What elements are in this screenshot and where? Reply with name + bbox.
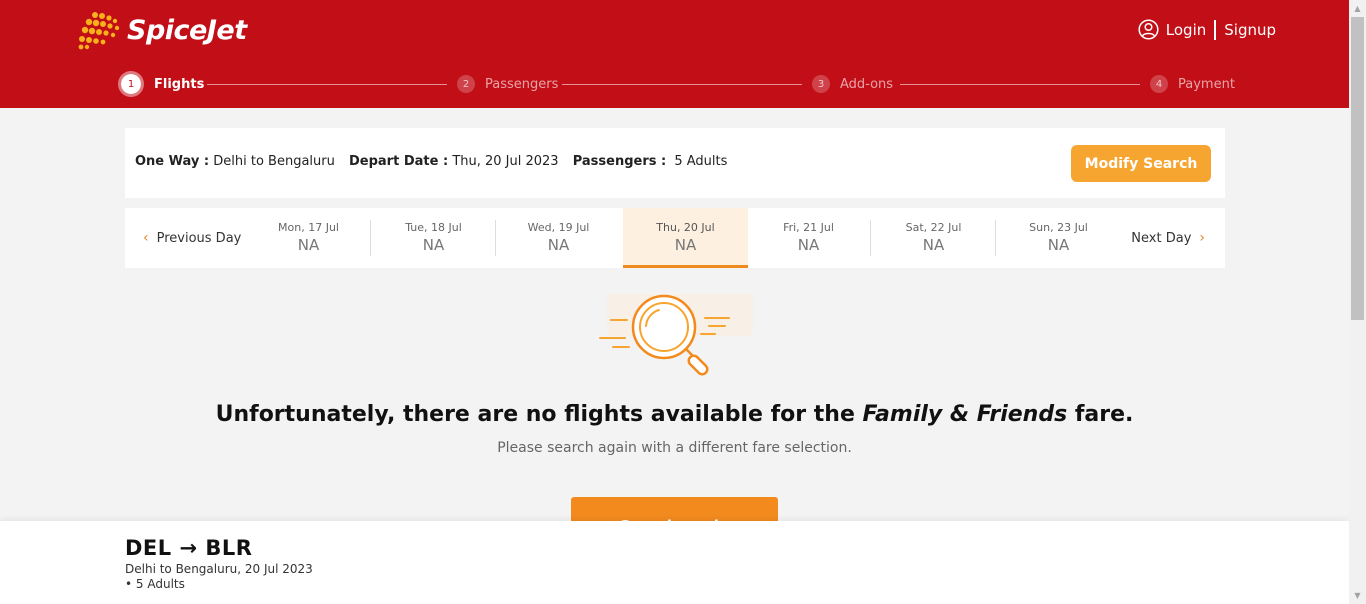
step-number: 1	[118, 71, 144, 97]
booking-steps: 1 Flights 2 Passengers 3 Add-ons 4 Payme…	[118, 71, 1235, 97]
date-label: Thu, 20 Jul	[656, 221, 715, 234]
next-day-label: Next Day	[1131, 230, 1192, 246]
search-hint: Please search again with a different far…	[497, 440, 852, 456]
date-fare: NA	[922, 236, 945, 254]
step-passengers: 2 Passengers	[457, 72, 558, 96]
step-label: Payment	[1178, 76, 1235, 92]
step-connector	[562, 84, 802, 85]
no-flights-text-end: fare.	[1074, 402, 1134, 427]
spicejet-dots-icon	[78, 12, 120, 50]
previous-day-button[interactable]: ‹ Previous Day	[143, 208, 241, 268]
date-label: Wed, 19 Jul	[527, 221, 590, 234]
auth-links: Login Signup	[1138, 19, 1276, 40]
scroll-down-arrow-icon[interactable]: ▼	[1349, 587, 1366, 604]
step-addons: 3 Add-ons	[812, 72, 893, 96]
step-label: Passengers	[485, 76, 559, 92]
step-number: 3	[812, 75, 830, 93]
date-label: Mon, 17 Jul	[278, 221, 339, 234]
header: SpiceJet Login Signup 1 Flights 2 Passen…	[0, 0, 1349, 108]
step-payment: 4 Payment	[1150, 72, 1235, 96]
page-scrollbar[interactable]: ▲ ▼	[1349, 0, 1366, 604]
spicejet-logo[interactable]: SpiceJet	[77, 8, 247, 52]
passengers-value: 5 Adults	[674, 154, 728, 169]
summary-text: One Way : Delhi to Bengaluru Depart Date…	[135, 154, 727, 169]
date-option[interactable]: Tue, 18 Jul NA	[371, 208, 496, 268]
date-option[interactable]: Sun, 23 Jul NA	[996, 208, 1121, 268]
route-code: DEL → BLR	[125, 536, 253, 560]
date-option[interactable]: Sat, 22 Jul NA	[871, 208, 996, 268]
auth-divider	[1214, 19, 1217, 40]
date-fare: NA	[422, 236, 445, 254]
route-details: Delhi to Bengaluru, 20 Jul 2023	[125, 562, 313, 576]
magnifier-search-illustration	[599, 294, 753, 376]
date-label: Fri, 21 Jul	[783, 221, 834, 234]
no-flights-text: Unfortunately, there are no flights avai…	[215, 402, 855, 427]
chevron-left-icon: ‹	[143, 230, 149, 246]
trip-route: Delhi to Bengaluru	[213, 154, 335, 169]
step-number: 4	[1150, 75, 1168, 93]
depart-date-label: Depart Date :	[349, 154, 449, 169]
step-connector	[207, 84, 447, 85]
date-option-selected[interactable]: Thu, 20 Jul NA	[623, 208, 748, 268]
search-summary: One Way : Delhi to Bengaluru Depart Date…	[125, 128, 1225, 198]
step-number: 2	[457, 75, 475, 93]
fare-name: Family & Friends	[862, 402, 1068, 427]
date-fare: NA	[297, 236, 320, 254]
date-fare: NA	[1047, 236, 1070, 254]
step-flights: 1 Flights	[118, 71, 205, 97]
date-label: Tue, 18 Jul	[405, 221, 462, 234]
date-strip: ‹ Previous Day Mon, 17 Jul NA Tue, 18 Ju…	[125, 208, 1225, 268]
brand-name: SpiceJet	[127, 14, 247, 46]
bottom-summary-bar: DEL → BLR Delhi to Bengaluru, 20 Jul 202…	[0, 521, 1349, 604]
step-label: Flights	[154, 76, 205, 92]
date-option[interactable]: Mon, 17 Jul NA	[246, 208, 371, 268]
date-option[interactable]: Fri, 21 Jul NA	[746, 208, 871, 268]
date-fare: NA	[547, 236, 570, 254]
trip-type-label: One Way :	[135, 154, 210, 169]
modify-search-button[interactable]: Modify Search	[1071, 145, 1211, 182]
step-connector	[900, 84, 1140, 85]
login-link[interactable]: Login	[1166, 21, 1206, 39]
chevron-right-icon: ›	[1199, 230, 1205, 246]
date-label: Sat, 22 Jul	[905, 221, 962, 234]
no-flights-message: Unfortunately, there are no flights avai…	[0, 402, 1349, 427]
depart-date-value: Thu, 20 Jul 2023	[452, 154, 559, 169]
previous-day-label: Previous Day	[156, 230, 242, 246]
scroll-up-arrow-icon[interactable]: ▲	[1349, 0, 1366, 17]
signup-link[interactable]: Signup	[1224, 21, 1276, 39]
scroll-thumb[interactable]	[1351, 17, 1364, 320]
date-fare: NA	[674, 236, 697, 254]
user-icon	[1138, 19, 1159, 40]
next-day-button[interactable]: Next Day ›	[1131, 208, 1205, 268]
passengers-label: Passengers :	[572, 154, 667, 169]
date-option[interactable]: Wed, 19 Jul NA	[496, 208, 621, 268]
route-passengers: • 5 Adults	[125, 577, 185, 591]
date-label: Sun, 23 Jul	[1029, 221, 1088, 234]
step-label: Add-ons	[840, 76, 894, 92]
date-fare: NA	[797, 236, 820, 254]
